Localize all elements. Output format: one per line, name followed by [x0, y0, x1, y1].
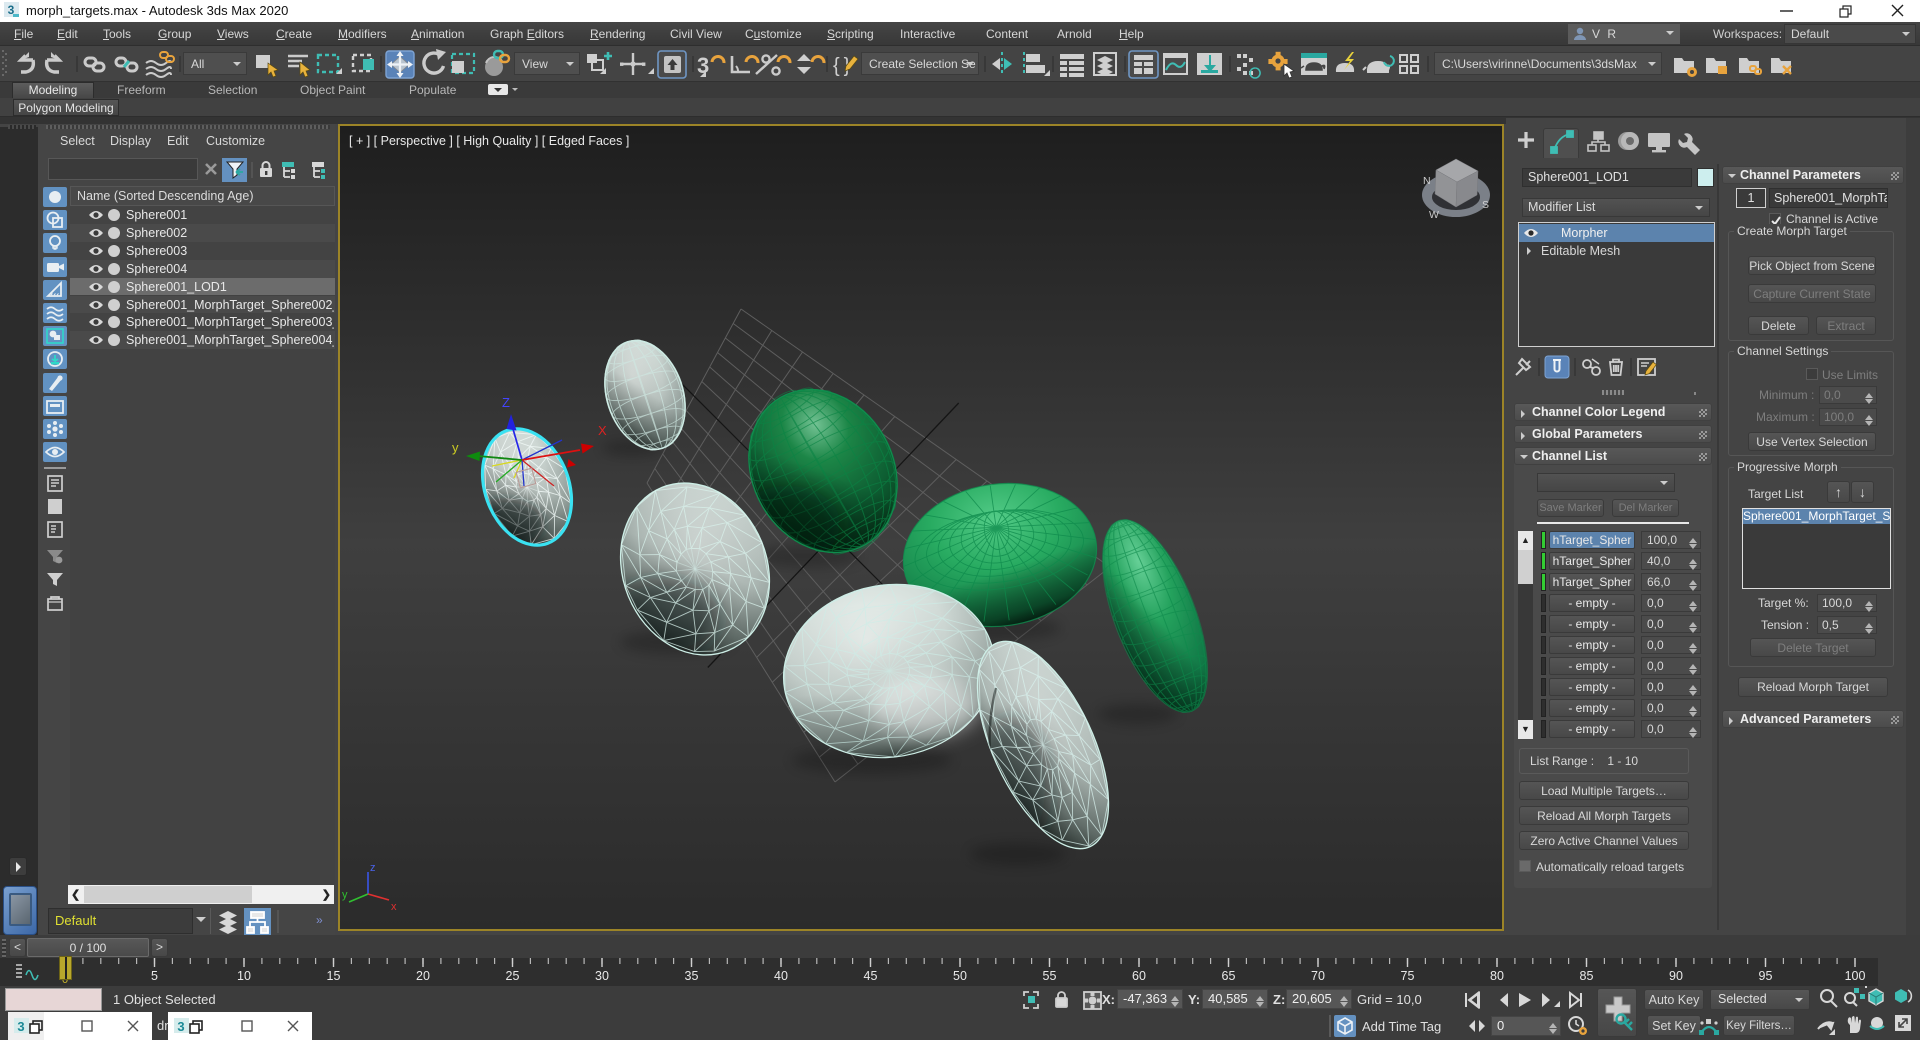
svg-text:X: X — [598, 423, 607, 438]
svg-text:20: 20 — [416, 969, 430, 983]
svg-text:95: 95 — [1759, 969, 1773, 983]
svg-text:x: x — [391, 901, 397, 913]
svg-text:70: 70 — [1311, 969, 1325, 983]
svg-text:z: z — [370, 862, 376, 874]
svg-text:W: W — [1429, 209, 1439, 221]
svg-text:100: 100 — [1845, 969, 1866, 983]
svg-text:40: 40 — [774, 969, 788, 983]
svg-text:80: 80 — [1490, 969, 1504, 983]
svg-text:50: 50 — [953, 969, 967, 983]
svg-text:30: 30 — [595, 969, 609, 983]
svg-text:85: 85 — [1580, 969, 1594, 983]
svg-text:3: 3 — [17, 1019, 24, 1034]
svg-text:15: 15 — [327, 969, 341, 983]
svg-text:25: 25 — [506, 969, 520, 983]
svg-text:90: 90 — [1669, 969, 1683, 983]
svg-text:65: 65 — [1222, 969, 1236, 983]
svg-text:75: 75 — [1401, 969, 1415, 983]
svg-text:N: N — [1423, 175, 1431, 187]
svg-text:3: 3 — [177, 1019, 184, 1034]
svg-text:Z: Z — [502, 395, 510, 410]
svg-text:y: y — [452, 440, 459, 455]
svg-text:10: 10 — [237, 969, 251, 983]
svg-text:S: S — [1482, 199, 1489, 211]
svg-text:5: 5 — [151, 969, 158, 983]
svg-text:60: 60 — [1132, 969, 1146, 983]
svg-text:55: 55 — [1043, 969, 1057, 983]
svg-text:y: y — [342, 889, 348, 901]
svg-text:35: 35 — [685, 969, 699, 983]
svg-text:45: 45 — [864, 969, 878, 983]
